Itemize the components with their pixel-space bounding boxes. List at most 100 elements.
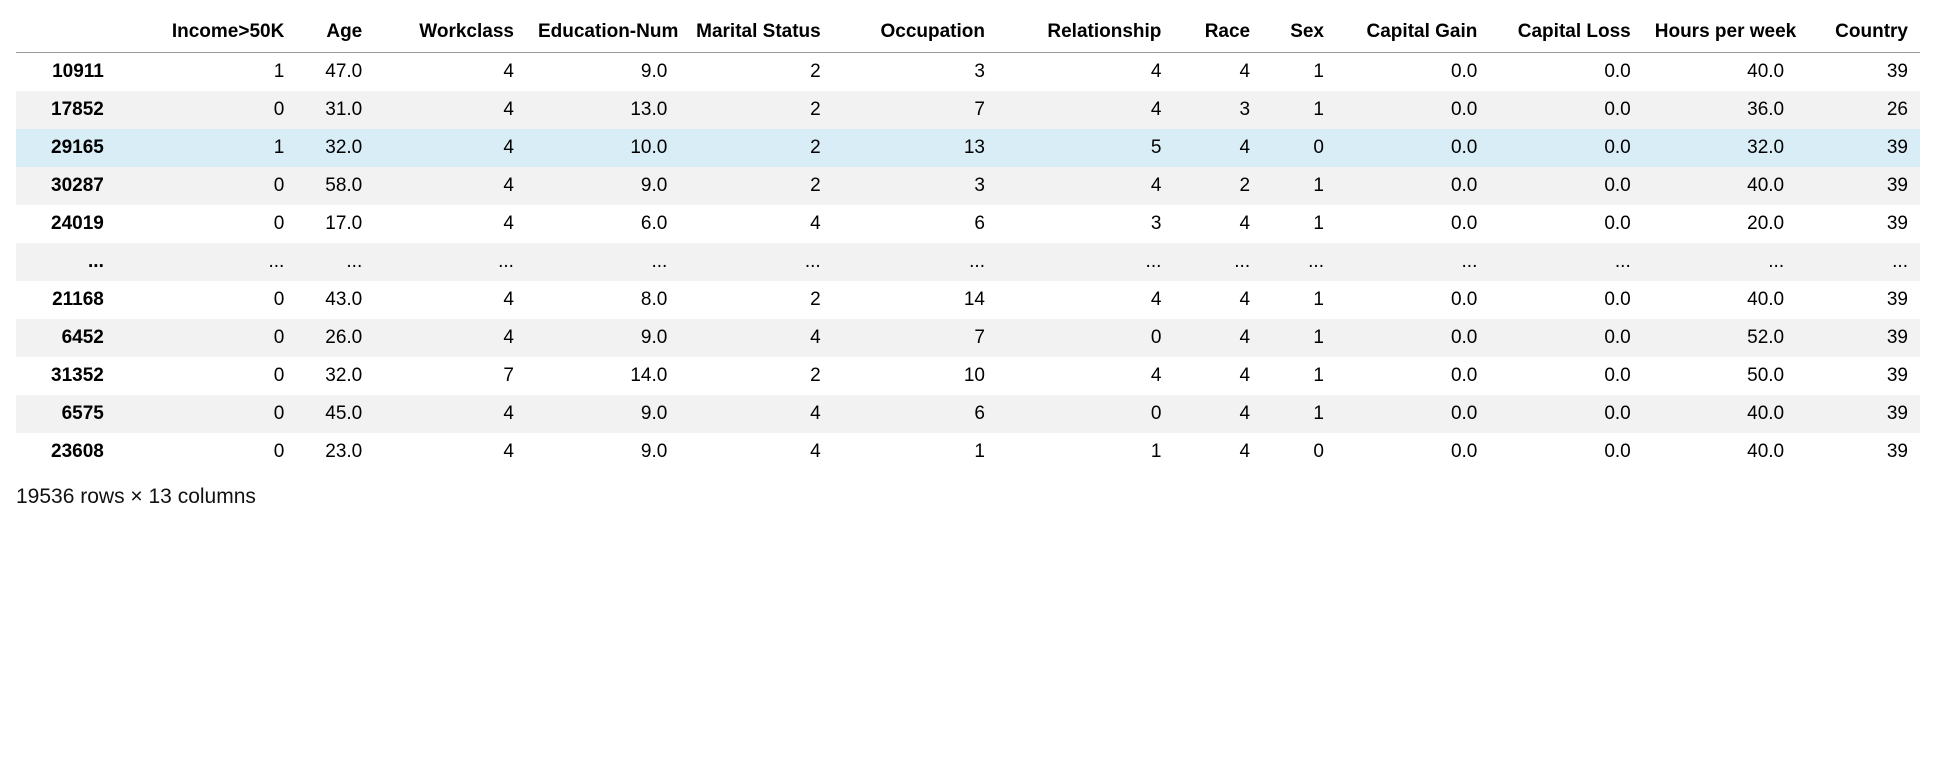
column-header: Occupation [833, 12, 997, 52]
cell: 2 [1173, 167, 1262, 205]
cell: 6.0 [526, 205, 679, 243]
cell: 0.0 [1336, 433, 1489, 471]
cell: 40.0 [1643, 52, 1796, 91]
cell: 0 [997, 395, 1173, 433]
cell: 4 [1173, 395, 1262, 433]
cell: 4 [1173, 205, 1262, 243]
cell: 2 [679, 357, 832, 395]
table-row: 24019017.046.0463410.00.020.039 [16, 205, 1920, 243]
row-index: ... [16, 243, 122, 281]
table-row: 31352032.0714.02104410.00.050.039 [16, 357, 1920, 395]
cell: 10 [833, 357, 997, 395]
cell: ... [997, 243, 1173, 281]
cell: 4 [997, 357, 1173, 395]
cell: 2 [679, 129, 832, 167]
cell: 5 [997, 129, 1173, 167]
cell: 1 [997, 433, 1173, 471]
column-header: Marital Status [679, 12, 832, 52]
cell: 0 [122, 281, 296, 319]
cell: 0 [122, 167, 296, 205]
row-index: 23608 [16, 433, 122, 471]
column-header: Income>50K [122, 12, 296, 52]
cell: 9.0 [526, 167, 679, 205]
cell: 0.0 [1489, 319, 1642, 357]
cell: 3 [833, 52, 997, 91]
cell: 0.0 [1336, 319, 1489, 357]
cell: 39 [1796, 129, 1920, 167]
cell: ... [679, 243, 832, 281]
cell: 0.0 [1489, 167, 1642, 205]
dataframe-summary: 19536 rows × 13 columns [16, 485, 1920, 509]
cell: 47.0 [296, 52, 374, 91]
cell: 14.0 [526, 357, 679, 395]
column-header: Sex [1262, 12, 1336, 52]
row-index: 24019 [16, 205, 122, 243]
cell: 3 [997, 205, 1173, 243]
cell: 40.0 [1643, 281, 1796, 319]
cell: 32.0 [1643, 129, 1796, 167]
cell: 39 [1796, 205, 1920, 243]
cell: 4 [1173, 129, 1262, 167]
table-row: 23608023.049.0411400.00.040.039 [16, 433, 1920, 471]
cell: 40.0 [1643, 433, 1796, 471]
column-header: Age [296, 12, 374, 52]
cell: ... [833, 243, 997, 281]
cell: 50.0 [1643, 357, 1796, 395]
cell: 36.0 [1643, 91, 1796, 129]
cell: 4 [679, 205, 832, 243]
cell: 4 [997, 167, 1173, 205]
cell: 3 [1173, 91, 1262, 129]
cell: 2 [679, 167, 832, 205]
cell: 26 [1796, 91, 1920, 129]
row-index: 6452 [16, 319, 122, 357]
dataframe-table: Income>50KAgeWorkclassEducation-NumMarit… [16, 12, 1920, 471]
cell: 7 [833, 91, 997, 129]
cell: 4 [679, 319, 832, 357]
cell: 0 [122, 205, 296, 243]
table-row: ........................................… [16, 243, 1920, 281]
cell: 2 [679, 281, 832, 319]
cell: 1 [1262, 319, 1336, 357]
cell: 9.0 [526, 52, 679, 91]
cell: 1 [1262, 91, 1336, 129]
table-row: 10911147.049.0234410.00.040.039 [16, 52, 1920, 91]
cell: 13 [833, 129, 997, 167]
cell: 0 [997, 319, 1173, 357]
cell: 1 [122, 52, 296, 91]
cell: 6 [833, 205, 997, 243]
table-row: 21168043.048.02144410.00.040.039 [16, 281, 1920, 319]
cell: 7 [374, 357, 526, 395]
cell: ... [1336, 243, 1489, 281]
cell: 4 [1173, 281, 1262, 319]
cell: 0 [122, 395, 296, 433]
table-row: 30287058.049.0234210.00.040.039 [16, 167, 1920, 205]
column-header: Relationship [997, 12, 1173, 52]
cell: 39 [1796, 52, 1920, 91]
cell: 0 [122, 91, 296, 129]
cell: 0.0 [1489, 205, 1642, 243]
cell: 0.0 [1489, 91, 1642, 129]
cell: ... [1643, 243, 1796, 281]
cell: 52.0 [1643, 319, 1796, 357]
cell: 1 [1262, 357, 1336, 395]
cell: 40.0 [1643, 167, 1796, 205]
cell: ... [296, 243, 374, 281]
cell: ... [1262, 243, 1336, 281]
cell: 4 [374, 91, 526, 129]
cell: 17.0 [296, 205, 374, 243]
cell: 0.0 [1489, 281, 1642, 319]
cell: 4 [997, 281, 1173, 319]
cell: 26.0 [296, 319, 374, 357]
cell: 58.0 [296, 167, 374, 205]
cell: 39 [1796, 357, 1920, 395]
cell: 0 [122, 433, 296, 471]
cell: 32.0 [296, 357, 374, 395]
cell: 0.0 [1336, 395, 1489, 433]
cell: 32.0 [296, 129, 374, 167]
column-header: Capital Gain [1336, 12, 1489, 52]
cell: 1 [833, 433, 997, 471]
cell: 45.0 [296, 395, 374, 433]
cell: ... [1489, 243, 1642, 281]
table-row: 29165132.0410.02135400.00.032.039 [16, 129, 1920, 167]
cell: 9.0 [526, 433, 679, 471]
